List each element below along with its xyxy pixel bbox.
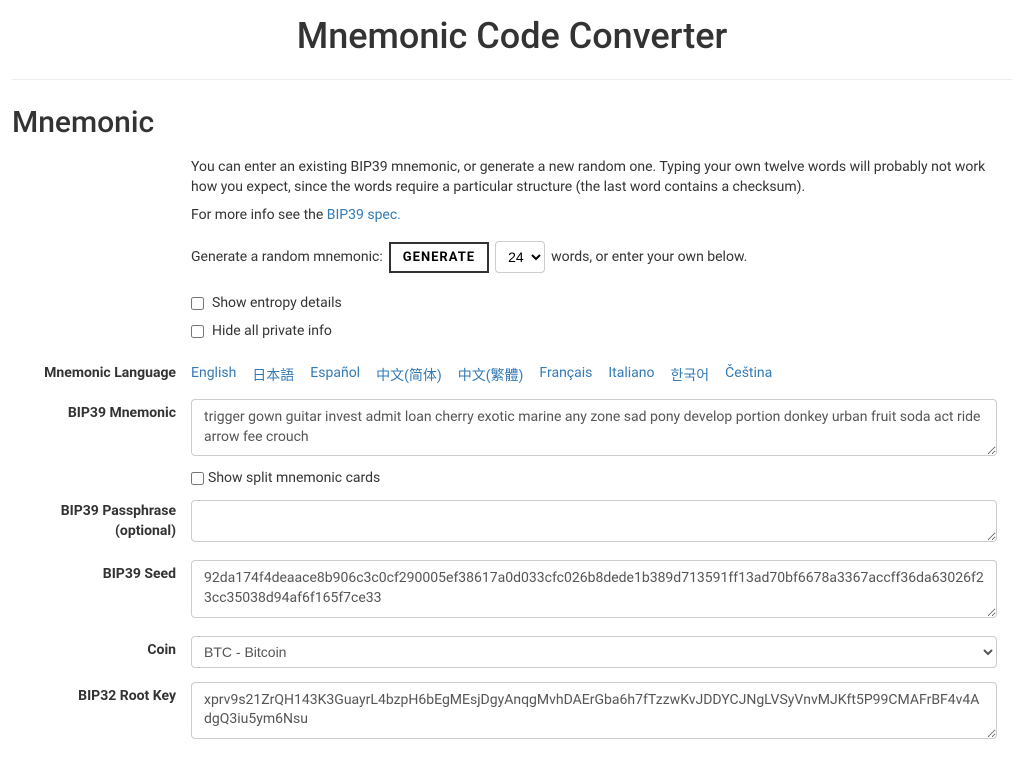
language-list: English 日本語 Español 中文(简体) 中文(繁體) França… [191, 359, 997, 385]
lang-english[interactable]: English [191, 365, 236, 385]
show-entropy-row: Show entropy details [191, 295, 997, 311]
intro-text: You can enter an existing BIP39 mnemonic… [191, 158, 997, 197]
generate-button[interactable]: GENERATE [389, 242, 489, 273]
page-title: Mnemonic Code Converter [12, 15, 1012, 57]
mnemonic-input[interactable] [191, 399, 997, 456]
show-entropy-label: Show entropy details [212, 295, 342, 311]
lang-korean[interactable]: 한국어 [671, 365, 710, 385]
mnemonic-row: BIP39 Mnemonic Show split mnemonic cards [12, 399, 1012, 486]
root-key-row: BIP32 Root Key [12, 682, 1012, 743]
language-row: Mnemonic Language English 日本語 Español 中文… [12, 359, 1012, 385]
show-entropy-checkbox[interactable] [191, 297, 204, 310]
coin-label: Coin [12, 636, 191, 658]
title-divider [12, 79, 1012, 80]
coin-select[interactable]: BTC - Bitcoin [191, 636, 997, 668]
generate-prefix: Generate a random mnemonic: [191, 249, 383, 265]
spec-line: For more info see the BIP39 spec. [191, 207, 997, 223]
lang-french[interactable]: Français [539, 365, 592, 385]
lang-chinese-simplified[interactable]: 中文(简体) [376, 365, 442, 385]
spec-prefix: For more info see the [191, 207, 327, 223]
root-key-input[interactable] [191, 682, 997, 739]
passphrase-label: BIP39 Passphrase (optional) [12, 500, 191, 541]
lang-italian[interactable]: Italiano [608, 365, 654, 385]
word-count-select[interactable]: 24 [495, 241, 545, 273]
split-cards-checkbox[interactable] [191, 472, 204, 485]
hide-private-row: Hide all private info [191, 323, 997, 339]
seed-row: BIP39 Seed [12, 560, 1012, 621]
split-cards-label: Show split mnemonic cards [208, 470, 380, 486]
passphrase-row: BIP39 Passphrase (optional) [12, 500, 1012, 546]
mnemonic-label: BIP39 Mnemonic [12, 399, 191, 421]
passphrase-input[interactable] [191, 500, 997, 542]
hide-private-label: Hide all private info [212, 323, 332, 339]
lang-czech[interactable]: Čeština [725, 365, 772, 385]
seed-label: BIP39 Seed [12, 560, 191, 582]
hide-private-checkbox[interactable] [191, 325, 204, 338]
generate-row: Generate a random mnemonic: GENERATE 24 … [191, 241, 997, 273]
lang-chinese-traditional[interactable]: 中文(繁體) [458, 365, 524, 385]
lang-spanish[interactable]: Español [310, 365, 360, 385]
seed-input[interactable] [191, 560, 997, 617]
section-heading: Mnemonic [12, 105, 1012, 140]
generate-suffix: words, or enter your own below. [551, 249, 747, 265]
lang-japanese[interactable]: 日本語 [252, 365, 294, 385]
language-label: Mnemonic Language [12, 359, 191, 381]
root-key-label: BIP32 Root Key [12, 682, 191, 704]
coin-row: Coin BTC - Bitcoin [12, 636, 1012, 668]
split-cards-row: Show split mnemonic cards [191, 470, 997, 486]
bip39-spec-link[interactable]: BIP39 spec. [327, 207, 401, 223]
